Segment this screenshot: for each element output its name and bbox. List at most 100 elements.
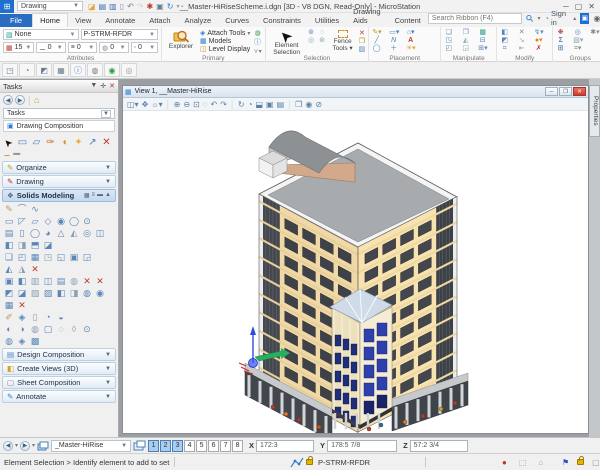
solid-tool-icon[interactable]: ◐ [3,324,15,335]
clip-volume-icon[interactable]: ◉ [305,100,312,109]
solid-tool-icon[interactable]: ◲ [81,252,93,263]
chamfer-icon[interactable]: ●▾ [534,37,543,45]
solid-tool-icon[interactable]: ◍ [29,324,41,335]
solid-tool-icon[interactable]: ▣ [3,276,15,287]
solid-tool-icon[interactable]: ◱ [55,252,67,263]
filter-icon[interactable]: ⋎▾ [253,47,261,55]
tab-annotate[interactable]: Annotate [98,14,142,27]
view-canvas[interactable] [123,111,588,433]
tab-home[interactable]: Home [32,13,68,27]
dnd-status-icon[interactable]: ● [502,458,507,467]
solid-tool-icon[interactable]: ◫ [42,276,54,287]
view-group-icon[interactable] [37,441,49,451]
tab-content[interactable]: Content [388,14,428,27]
fence-status-icon[interactable]: ⌂ [538,458,543,467]
solid-tool-icon[interactable]: ◯ [68,216,80,227]
section-sheet-composition[interactable]: ▢Sheet Composition▼ [2,376,116,389]
view-toggle-2[interactable]: 2 [160,440,171,452]
palette-tool-icon[interactable]: ◖ [58,137,71,148]
band-view-icon[interactable]: ▬ [97,192,103,199]
level-lock-icon[interactable] [306,459,313,465]
solid-tool-icon[interactable]: ▣ [68,252,80,263]
rotate-left-icon[interactable]: ↶ [211,100,218,109]
fence-tool-icon[interactable]: ▭ [16,137,29,148]
place-point-icon[interactable]: ＋ [389,45,398,53]
solid-tool-icon[interactable]: ◑ [16,324,28,335]
maximize-button[interactable]: ▢ [575,2,583,11]
solid-tool-icon[interactable]: ▩ [29,336,41,347]
array-icon[interactable]: ▦ [478,29,487,37]
user-preferences-icon[interactable]: ◔ [19,63,35,77]
adjust-view-icon[interactable]: ✥ [142,100,149,109]
toolbox-icon-3[interactable]: ▦ [53,63,69,77]
active-level-select[interactable]: P-STRM-RFDR▼ [81,29,159,40]
snaps-icon[interactable] [290,457,304,468]
fillet-icon[interactable]: ↘ [517,37,526,45]
solid-tool-icon[interactable]: ◧ [3,240,15,251]
search-icon[interactable] [526,14,534,23]
toolbox-icon-2[interactable]: ◩ [36,63,52,77]
level-display-button[interactable]: ◫Level Display [200,45,250,53]
view-toggle-1[interactable]: 1 [148,440,159,452]
fence-mode-icon[interactable]: ▨ [359,45,366,53]
minimize-button[interactable]: ─ [563,2,569,11]
solid-tool-icon[interactable]: ◧ [16,276,28,287]
group-hole-icon[interactable]: ⊞ [556,45,565,53]
solid-tool-icon[interactable]: ✕ [94,276,106,287]
home-icon[interactable]: ⌂ [34,95,39,105]
modify-element-icon[interactable]: ◧ [500,29,509,37]
view-toggle-7[interactable]: 7 [220,440,231,452]
transparency-select[interactable]: ◍0▼ [99,42,128,53]
view-minimize-button[interactable]: ─ [545,87,558,96]
brush-tool-icon[interactable]: ✑ [44,137,57,148]
solid-tool-icon[interactable]: ◉ [94,288,106,299]
forward-icon[interactable]: ▶ [15,95,25,105]
scale-icon[interactable]: ◳ [444,37,453,45]
solid-tool-icon[interactable]: ◌ [55,324,67,335]
place-curve-icon[interactable]: N [389,37,398,45]
view-next-icon[interactable]: ▤ [277,100,285,109]
back-icon[interactable]: ◀ [3,95,13,105]
solid-tool-icon[interactable]: ◪ [16,288,28,299]
rotate-view-icon[interactable]: ↻ [238,100,245,109]
copy-icon[interactable]: ❏ [444,29,453,37]
view-toggle-6[interactable]: 6 [208,440,219,452]
list-view-icon[interactable]: ≡ [92,192,96,199]
solid-tool-icon[interactable]: ▭ [3,216,15,227]
tasks-dropdown[interactable]: Tasks▼ [3,108,115,119]
solid-tool-icon[interactable]: ◈ [16,312,28,323]
rotate-right-icon[interactable]: ↷ [220,100,227,109]
search-input[interactable] [428,13,522,24]
solid-tool-icon[interactable]: ◮ [16,264,28,275]
solid-tool-icon[interactable]: ◸ [16,216,28,227]
solid-tool-icon[interactable]: ◧ [55,288,67,299]
solid-tool-icon[interactable]: ◰ [16,252,28,263]
view-attributes-icon[interactable]: ◫▾ [127,100,139,109]
solid-tool-icon[interactable]: ◨ [16,240,28,251]
solid-tool-icon[interactable]: ◒ [55,312,67,323]
tab-view[interactable]: View [68,14,98,27]
dialog-status-icon[interactable]: ▢ [592,458,600,467]
resize-tool-icon[interactable]: ↗ [86,137,99,148]
solid-tool-icon[interactable]: ❏ [3,252,15,263]
trim-icon[interactable]: ◩ [500,37,509,45]
place-text-icon[interactable]: A [406,37,415,45]
solid-tool-icon[interactable]: ◭ [3,264,15,275]
solid-tool-icon[interactable]: ▧ [29,288,41,299]
solid-tool-icon[interactable]: ▦ [29,252,41,263]
solid-tool-icon[interactable]: ▯ [29,312,41,323]
solid-tool-icon[interactable]: ◨ [68,288,80,299]
view-close-button[interactable]: ✕ [573,87,586,96]
solid-tool-icon[interactable]: ▢ [42,324,54,335]
break-element-icon[interactable]: ✕ [517,29,526,37]
solid-tool-icon[interactable]: ⌒ [16,204,28,215]
tab-utilities[interactable]: Utilities [308,14,346,27]
view-previous-icon[interactable]: ▣ [266,100,274,109]
align-icon[interactable]: ◰ [444,45,453,53]
solid-tool-icon[interactable]: ▦ [3,300,15,311]
place-block-icon[interactable]: ▭▾ [389,29,398,37]
graphic-group-icon[interactable]: ⌗▾ [573,45,582,53]
view-title-bar[interactable]: ▦ View 1, __Master-HiRise ─ ❐ ✕ [123,86,588,98]
help-circle-icon[interactable]: ◍ [87,63,103,77]
delete-fence-icon[interactable]: ✕ [359,29,366,37]
